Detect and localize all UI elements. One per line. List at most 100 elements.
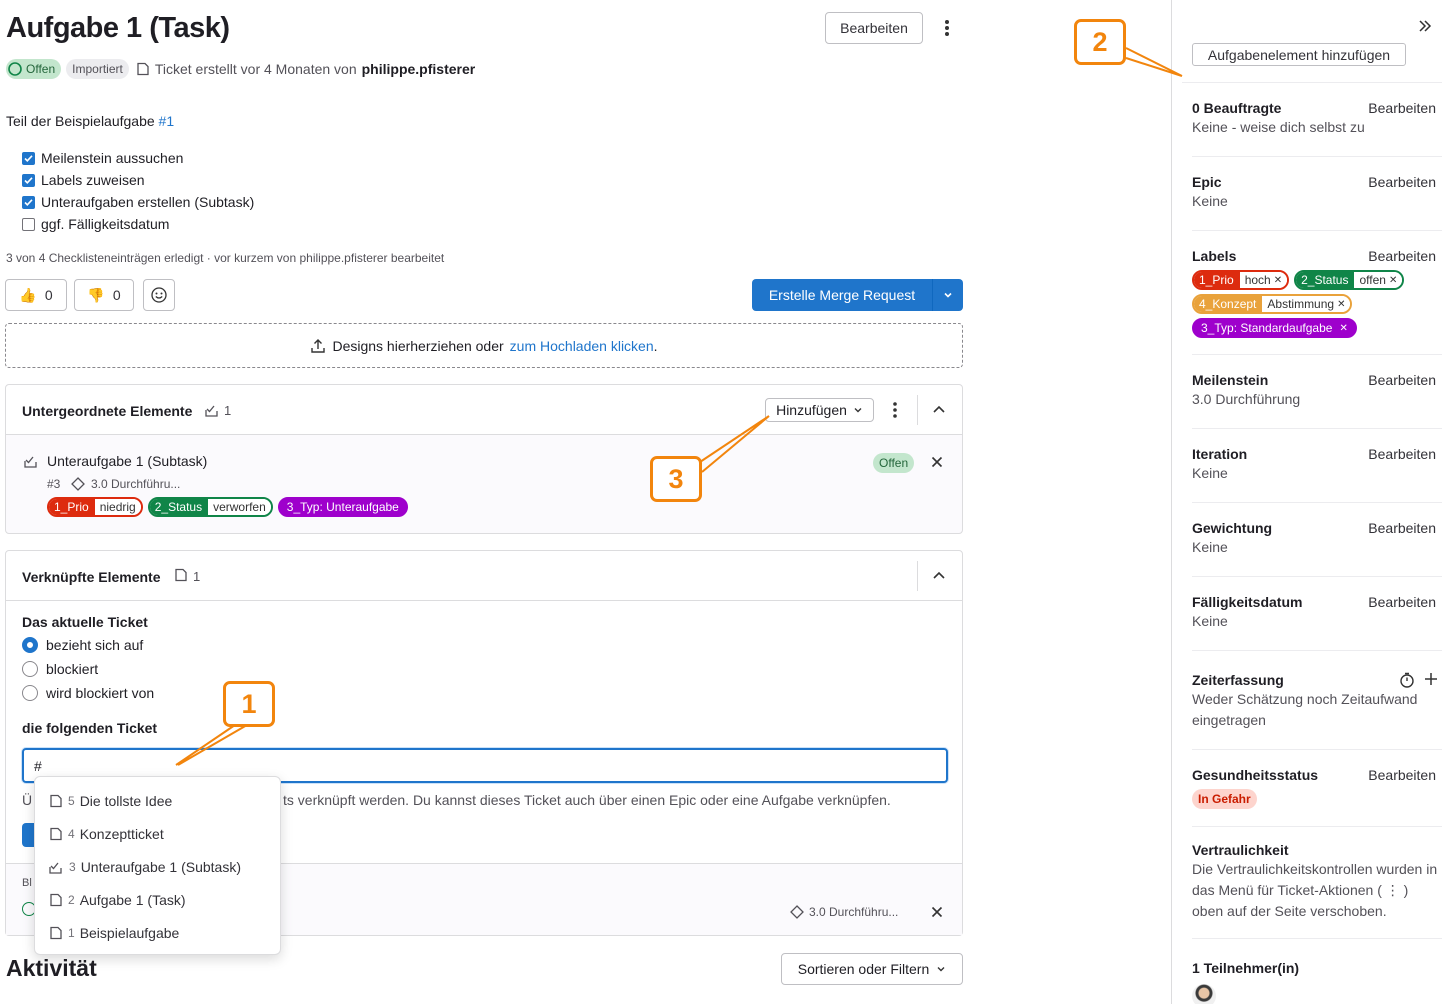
parent-link[interactable]: #1 <box>159 113 175 129</box>
link-type-option[interactable]: bezieht sich auf <box>22 633 154 657</box>
label-key: 4_Konzept <box>1194 296 1263 312</box>
checklist-item-label: Unteraufgaben erstellen (Subtask) <box>41 194 255 210</box>
dropdown-option[interactable]: 4 Konzeptticket <box>35 817 280 850</box>
remove-label-icon[interactable]: ✕ <box>1389 275 1397 286</box>
status-row: Offen Importiert Ticket erstellt vor 4 M… <box>6 59 475 79</box>
type-label[interactable]: 3_Typ: Standardaufgabe ✕ <box>1192 318 1357 338</box>
checkbox-checked-icon[interactable] <box>22 173 35 187</box>
sidebar-labels: Labels Bearbeiten 1_Prio hoch ✕ 2_Status off… <box>1192 248 1442 355</box>
callout-badge-1: 1 <box>223 681 275 727</box>
status-badge-open: Offen <box>6 59 62 79</box>
scoped-label[interactable]: 4_Konzept Abstimmung ✕ <box>1192 294 1353 314</box>
thumbs-down-icon: 👎 <box>87 286 105 303</box>
add-task-item-button[interactable]: Aufgabenelement hinzufügen <box>1192 43 1406 66</box>
add-reaction-button[interactable] <box>143 279 175 311</box>
thumbs-up-icon: 👍 <box>19 286 37 303</box>
scoped-label[interactable]: 1_Prio niedrig <box>47 497 143 517</box>
issue-type-icon <box>136 62 150 76</box>
type-label[interactable]: 3_Typ: Unteraufgabe <box>277 497 408 517</box>
checklist-item[interactable]: Unteraufgaben erstellen (Subtask) <box>22 191 254 213</box>
child-item-row[interactable]: Unteraufgabe 1 (Subtask) #3 3.0 Durchfüh… <box>6 435 962 533</box>
health-status-badge: In Gefahr <box>1192 789 1257 809</box>
checkbox-checked-icon[interactable] <box>22 151 35 165</box>
dropdown-option[interactable]: 2 Aufgabe 1 (Task) <box>35 883 280 916</box>
checkbox-unchecked-icon[interactable] <box>22 217 35 231</box>
participants-title: 1 Teilnehmer(in) <box>1192 960 1300 976</box>
child-more-icon[interactable] <box>891 401 899 419</box>
due-date-edit-link[interactable]: Bearbeiten <box>1368 594 1436 610</box>
edit-button[interactable]: Bearbeiten <box>825 12 923 44</box>
label-value: Abstimmung ✕ <box>1262 296 1351 312</box>
checklist-item[interactable]: Labels zuweisen <box>22 169 254 191</box>
checklist-item[interactable]: Meilenstein aussuchen <box>22 147 254 169</box>
issue-icon <box>49 794 63 808</box>
task-icon <box>49 860 64 874</box>
checklist: Meilenstein aussuchen Labels zuweisen Unte… <box>22 147 254 235</box>
stopwatch-icon[interactable] <box>1399 672 1415 688</box>
remove-label-icon[interactable]: ✕ <box>1337 299 1345 310</box>
weight-edit-link[interactable]: Bearbeiten <box>1368 520 1436 536</box>
radio-label: wird blockiert von <box>46 685 155 701</box>
chevron-up-icon[interactable] <box>932 403 946 415</box>
labels-edit-link[interactable]: Bearbeiten <box>1368 248 1436 264</box>
radio-button[interactable] <box>22 637 38 653</box>
child-add-button[interactable]: Hinzufügen <box>765 398 874 422</box>
close-icon[interactable] <box>931 456 943 468</box>
sort-filter-button[interactable]: Sortieren oder Filtern <box>781 953 963 985</box>
iteration-value: Keine <box>1192 465 1228 481</box>
epic-edit-link[interactable]: Bearbeiten <box>1368 174 1436 190</box>
link-type-option[interactable]: blockiert <box>22 657 154 681</box>
confidentiality-title: Vertraulichkeit <box>1192 842 1289 858</box>
checkbox-checked-icon[interactable] <box>22 195 35 209</box>
open-status-icon <box>8 62 22 76</box>
assignees-edit-link[interactable]: Bearbeiten <box>1368 100 1436 116</box>
sidebar-label-list: 1_Prio hoch ✕ 2_Status offen ✕ 4_Konzept Abstim… <box>1192 270 1417 338</box>
child-item-title[interactable]: Unteraufgabe 1 (Subtask) <box>47 453 207 469</box>
linked-items-count: 1 <box>193 569 201 584</box>
assignees-value[interactable]: Keine - weise dich selbst zu <box>1192 117 1442 138</box>
issue-icon <box>49 926 63 940</box>
chevron-up-icon[interactable] <box>932 569 946 581</box>
iteration-edit-link[interactable]: Bearbeiten <box>1368 446 1436 462</box>
remove-label-icon[interactable]: ✕ <box>1274 275 1282 286</box>
checklist-item-label: ggf. Fälligkeitsdatum <box>41 216 170 232</box>
author-link[interactable]: philippe.pfisterer <box>362 61 476 77</box>
close-icon[interactable] <box>931 906 943 918</box>
child-item-ref: #3 <box>47 477 61 491</box>
milestone-edit-link[interactable]: Bearbeiten <box>1368 372 1436 388</box>
upload-link[interactable]: zum Hochladen klicken <box>510 338 654 354</box>
milestone-icon <box>71 477 85 491</box>
scoped-label[interactable]: 2_Status verworfen <box>147 497 273 517</box>
remove-label-icon[interactable]: ✕ <box>1339 323 1347 334</box>
parent-prefix: Teil der Beispielaufgabe <box>6 113 155 129</box>
more-actions-icon[interactable] <box>939 18 955 38</box>
link-type-option[interactable]: wird blockiert von <box>22 681 154 705</box>
thumbs-down-button[interactable]: 👎 0 <box>74 279 134 311</box>
scoped-label[interactable]: 2_Status offen ✕ <box>1294 270 1405 290</box>
radio-button[interactable] <box>22 685 38 701</box>
child-item-labels: 1_Prio niedrig 2_Status verworfen 3_Typ: Unt… <box>47 497 408 517</box>
label-value-text: hoch <box>1244 273 1271 287</box>
merge-request-split-button: Erstelle Merge Request <box>752 279 963 311</box>
create-merge-request-button[interactable]: Erstelle Merge Request <box>752 279 932 311</box>
parent-line: Teil der Beispielaufgabe #1 <box>6 113 174 129</box>
scoped-label[interactable]: 1_Prio hoch ✕ <box>1192 270 1290 290</box>
dropdown-option[interactable]: 1 Beispielaufgabe <box>35 916 280 949</box>
issue-icon <box>49 827 63 841</box>
dropdown-option[interactable]: 5 Die tollste Idee <box>35 784 280 817</box>
checklist-item[interactable]: ggf. Fälligkeitsdatum <box>22 213 254 235</box>
milestone-value[interactable]: 3.0 Durchführung <box>1192 389 1442 410</box>
thumbs-up-button[interactable]: 👍 0 <box>5 279 67 311</box>
health-edit-link[interactable]: Bearbeiten <box>1368 767 1436 783</box>
radio-button[interactable] <box>22 661 38 677</box>
design-upload-zone[interactable]: Designs hierherziehen oder zum Hochladen… <box>5 323 963 368</box>
dropdown-option[interactable]: 3 Unteraufgabe 1 (Subtask) <box>35 850 280 883</box>
avatar[interactable] <box>1192 984 1216 1004</box>
callout-badge-2: 2 <box>1074 19 1126 65</box>
plus-icon[interactable] <box>1424 672 1438 686</box>
child-items-header: Untergeordnete Elemente 1 Hinzufügen <box>6 385 962 435</box>
sidebar-epic: Epic Bearbeiten Keine <box>1192 174 1442 231</box>
merge-request-dropdown-toggle[interactable] <box>932 279 963 311</box>
sidebar-iteration: Iteration Bearbeiten Keine <box>1192 446 1442 503</box>
collapse-sidebar-icon[interactable] <box>1418 19 1432 33</box>
